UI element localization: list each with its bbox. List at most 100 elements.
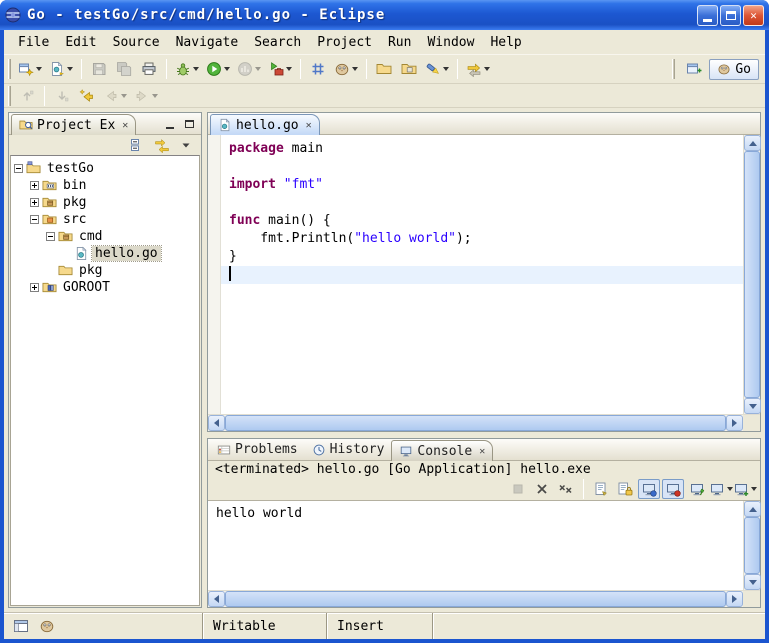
maximize-button[interactable] bbox=[720, 5, 741, 26]
scroll-thumb[interactable] bbox=[744, 517, 760, 574]
display-selected-console-button[interactable] bbox=[710, 479, 732, 499]
scroll-thumb[interactable] bbox=[225, 415, 726, 431]
menu-search[interactable]: Search bbox=[246, 33, 309, 52]
new-go-element-button[interactable] bbox=[46, 57, 76, 81]
remove-all-terminated-button[interactable] bbox=[555, 479, 577, 499]
collapse-toggle-icon[interactable] bbox=[30, 215, 39, 224]
perspective-grip[interactable] bbox=[672, 59, 675, 79]
menu-run[interactable]: Run bbox=[380, 33, 419, 52]
menu-source[interactable]: Source bbox=[105, 33, 168, 52]
editor-horizontal-scrollbar[interactable] bbox=[208, 415, 743, 431]
external-tools-button[interactable] bbox=[265, 57, 295, 81]
tab-console[interactable]: Console✕ bbox=[391, 440, 493, 461]
close-tab-icon[interactable]: ✕ bbox=[306, 120, 312, 131]
clear-console-button[interactable] bbox=[590, 479, 612, 499]
expand-toggle-icon[interactable] bbox=[30, 198, 39, 207]
tree-item-pkg[interactable]: pkg bbox=[11, 194, 199, 211]
view-menu-button[interactable] bbox=[175, 135, 197, 155]
open-type-button[interactable] bbox=[397, 57, 421, 81]
scroll-left-button[interactable] bbox=[208, 415, 225, 431]
console-horizontal-scrollbar[interactable] bbox=[208, 591, 743, 607]
open-perspective-button[interactable] bbox=[682, 57, 706, 81]
fast-view-button[interactable] bbox=[10, 616, 32, 636]
scroll-track[interactable] bbox=[225, 591, 726, 607]
run-button[interactable] bbox=[203, 57, 233, 81]
go-perspective-button[interactable]: Go bbox=[709, 59, 759, 80]
scroll-track[interactable] bbox=[225, 415, 726, 431]
show-on-stderr-button[interactable] bbox=[662, 479, 684, 499]
expand-toggle-icon[interactable] bbox=[30, 181, 39, 190]
remove-launch-button[interactable] bbox=[531, 479, 553, 499]
menu-navigate[interactable]: Navigate bbox=[168, 33, 247, 52]
menu-project[interactable]: Project bbox=[309, 33, 380, 52]
tab-history[interactable]: History bbox=[305, 439, 392, 460]
open-resource-button[interactable] bbox=[372, 57, 396, 81]
last-edit-location-button[interactable] bbox=[75, 84, 99, 108]
scroll-right-button[interactable] bbox=[726, 591, 743, 607]
expand-toggle-icon[interactable] bbox=[30, 283, 39, 292]
scroll-up-button[interactable] bbox=[744, 501, 761, 517]
debug-button[interactable] bbox=[172, 57, 202, 81]
scroll-track[interactable] bbox=[744, 517, 760, 574]
tree-item-src[interactable]: src bbox=[11, 211, 199, 228]
menu-help[interactable]: Help bbox=[482, 33, 529, 52]
tree-item-cmd[interactable]: cmd bbox=[11, 228, 199, 245]
go-perspective-label: Go bbox=[735, 62, 751, 77]
collapse-all-button[interactable] bbox=[127, 135, 149, 155]
collapse-toggle-icon[interactable] bbox=[14, 164, 23, 173]
code-line[interactable]: func main() { bbox=[221, 212, 743, 230]
menu-edit[interactable]: Edit bbox=[57, 33, 104, 52]
scroll-thumb[interactable] bbox=[744, 151, 760, 398]
close-tab-icon[interactable]: ✕ bbox=[479, 446, 485, 457]
tree-item-goroot[interactable]: GOROOT bbox=[11, 279, 199, 296]
tab-problems[interactable]: Problems bbox=[210, 439, 305, 460]
scroll-thumb[interactable] bbox=[225, 591, 726, 607]
new-wizard-button[interactable] bbox=[15, 57, 45, 81]
menu-file[interactable]: File bbox=[10, 33, 57, 52]
scroll-down-button[interactable] bbox=[744, 398, 761, 414]
close-view-icon[interactable]: ✕ bbox=[122, 120, 128, 131]
link-with-editor-button[interactable] bbox=[151, 135, 173, 155]
print-button[interactable] bbox=[137, 57, 161, 81]
nav-toolbar-grip[interactable] bbox=[8, 86, 11, 106]
go-trim-button[interactable] bbox=[36, 616, 58, 636]
minimize-button[interactable] bbox=[697, 5, 718, 26]
team-sync-button[interactable] bbox=[463, 57, 493, 81]
tree-item-pkg[interactable]: pkg bbox=[11, 262, 199, 279]
title-bar[interactable]: Go - testGo/src/cmd/hello.go - Eclipse ✕ bbox=[0, 0, 769, 30]
scroll-down-button[interactable] bbox=[744, 574, 761, 590]
code-line[interactable] bbox=[221, 158, 743, 176]
code-line[interactable] bbox=[221, 266, 743, 284]
menu-window[interactable]: Window bbox=[419, 33, 482, 52]
code-line[interactable]: import "fmt" bbox=[221, 176, 743, 194]
scroll-right-button[interactable] bbox=[726, 415, 743, 431]
minimize-view-button[interactable] bbox=[162, 117, 178, 131]
scroll-track[interactable] bbox=[744, 151, 760, 398]
search-button[interactable] bbox=[422, 57, 452, 81]
pin-console-button[interactable] bbox=[686, 479, 708, 499]
editor-vertical-scrollbar[interactable] bbox=[743, 135, 760, 414]
code-line[interactable] bbox=[221, 194, 743, 212]
tab-hello-go[interactable]: hello.go ✕ bbox=[210, 114, 320, 135]
collapse-toggle-icon[interactable] bbox=[46, 232, 55, 241]
open-console-button[interactable] bbox=[734, 479, 756, 499]
console-vertical-scrollbar[interactable] bbox=[743, 501, 760, 590]
scroll-up-button[interactable] bbox=[744, 135, 761, 151]
tab-project-explorer[interactable]: Project Ex ✕ bbox=[11, 114, 136, 135]
code-line[interactable]: } bbox=[221, 248, 743, 266]
console-output[interactable]: hello world bbox=[208, 501, 743, 590]
show-on-stdout-button[interactable] bbox=[638, 479, 660, 499]
tree-item-hello-go[interactable]: hello.go bbox=[11, 245, 199, 262]
scroll-left-button[interactable] bbox=[208, 591, 225, 607]
scroll-lock-button[interactable] bbox=[614, 479, 636, 499]
maximize-view-button[interactable] bbox=[181, 117, 197, 131]
tree-item-testgo[interactable]: testGo bbox=[11, 160, 199, 177]
new-go-app-button[interactable] bbox=[306, 57, 330, 81]
code-line[interactable]: package main bbox=[221, 140, 743, 158]
code-area[interactable]: package main import "fmt" func main() { fm… bbox=[221, 135, 743, 414]
close-button[interactable]: ✕ bbox=[743, 5, 764, 26]
code-line[interactable]: fmt.Println("hello world"); bbox=[221, 230, 743, 248]
toolbar-grip[interactable] bbox=[8, 59, 11, 79]
go-build-button[interactable] bbox=[331, 57, 361, 81]
tree-item-bin[interactable]: bin bbox=[11, 177, 199, 194]
